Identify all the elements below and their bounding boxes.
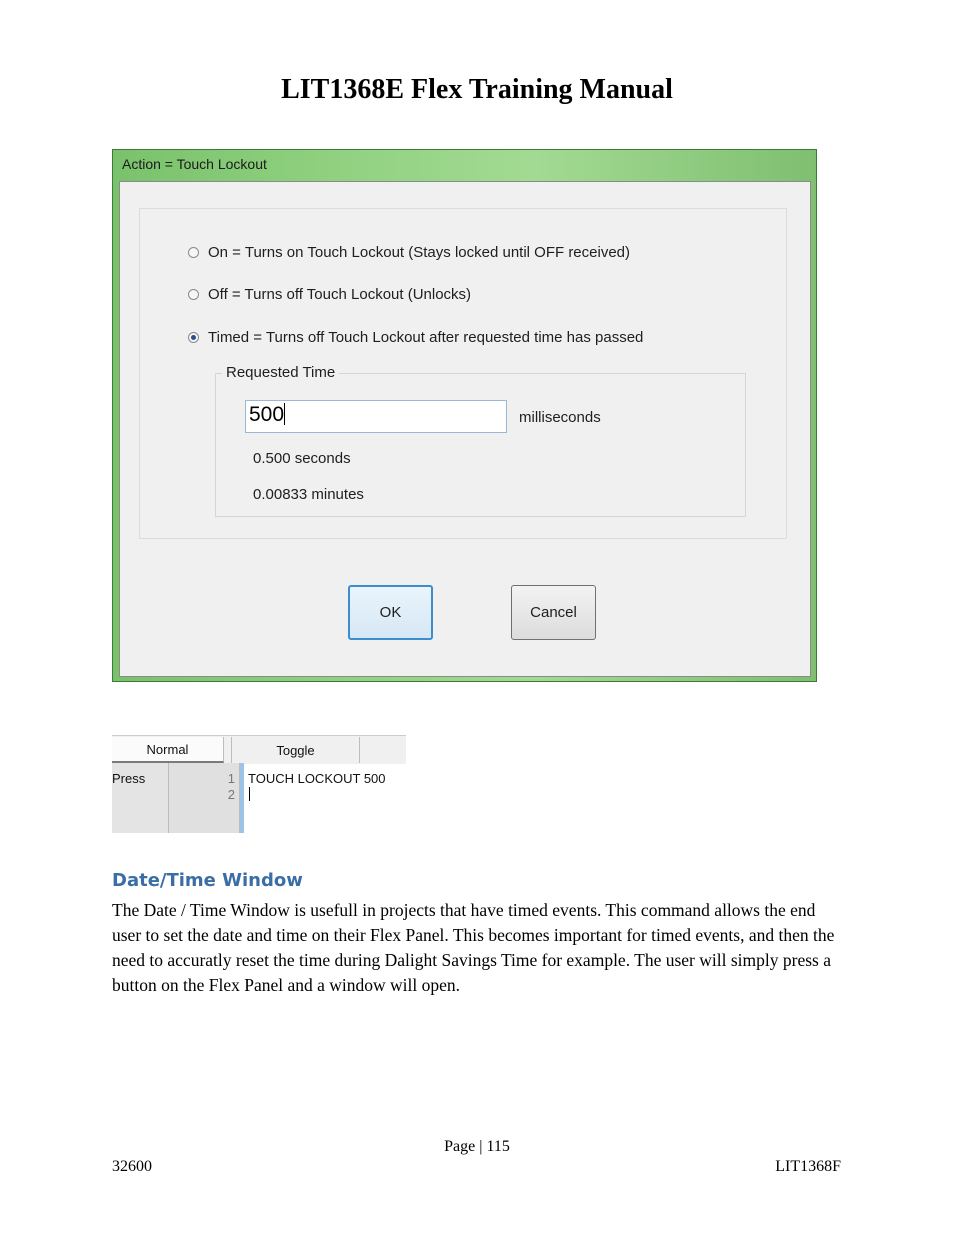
- text-caret: [249, 787, 250, 801]
- option-on-label: On = Turns on Touch Lockout (Stays locke…: [208, 244, 631, 261]
- line-number-gutter: 1 2: [168, 763, 240, 833]
- radio-timed[interactable]: [188, 332, 199, 343]
- body-paragraph: The Date / Time Window is usefull in pro…: [112, 900, 835, 995]
- document-title: LIT1368E Flex Training Manual: [281, 74, 673, 105]
- requested-time-value: 500: [249, 403, 285, 426]
- header-blank: [360, 737, 406, 763]
- code-line[interactable]: TOUCH LOCKOUT 500: [248, 771, 386, 786]
- radio-off[interactable]: [188, 289, 199, 300]
- tab-toggle[interactable]: Toggle: [231, 737, 360, 763]
- unit-label: milliseconds: [519, 409, 601, 426]
- line-number: 2: [227, 787, 235, 802]
- dialog-title: Action = Touch Lockout: [122, 156, 267, 172]
- option-on[interactable]: On = Turns on Touch Lockout (Stays locke…: [188, 244, 630, 261]
- touch-lockout-dialog: Action = Touch Lockout On = Turns on Tou…: [112, 149, 817, 682]
- requested-time-group: Requested Time 500 milliseconds 0.500 se…: [215, 364, 746, 517]
- grid-body: Press 1 2 TOUCH LOCKOUT 500: [112, 763, 406, 833]
- option-timed[interactable]: Timed = Turns off Touch Lockout after re…: [188, 329, 643, 346]
- radio-on[interactable]: [188, 247, 199, 258]
- dialog-client-area: On = Turns on Touch Lockout (Stays locke…: [119, 181, 811, 677]
- option-off-label: Off = Turns off Touch Lockout (Unlocks): [208, 286, 472, 303]
- minutes-readout: 0.00833 minutes: [253, 486, 364, 503]
- text-caret: [284, 403, 286, 425]
- footer-right: LIT1368F: [775, 1158, 841, 1175]
- ok-button[interactable]: OK: [348, 585, 433, 640]
- requested-time-input[interactable]: 500: [245, 400, 507, 433]
- page-number: Page | 115: [444, 1138, 510, 1155]
- grid-header: Normal Toggle: [112, 735, 406, 764]
- tab-normal[interactable]: Normal: [112, 737, 224, 763]
- footer-left: 32600: [112, 1158, 152, 1175]
- option-off[interactable]: Off = Turns off Touch Lockout (Unlocks): [188, 286, 471, 303]
- command-grid: Normal Toggle Press 1 2 TOUCH LOCKOUT 50…: [112, 735, 406, 833]
- line-number: 1: [227, 771, 235, 786]
- requested-time-legend: Requested Time: [222, 364, 340, 381]
- edit-margin-bar: [240, 763, 244, 833]
- cancel-button[interactable]: Cancel: [511, 585, 596, 640]
- option-timed-label: Timed = Turns off Touch Lockout after re…: [208, 329, 644, 346]
- section-heading: Date/Time Window: [112, 870, 303, 891]
- row-label: Press: [112, 771, 146, 786]
- seconds-readout: 0.500 seconds: [253, 450, 351, 467]
